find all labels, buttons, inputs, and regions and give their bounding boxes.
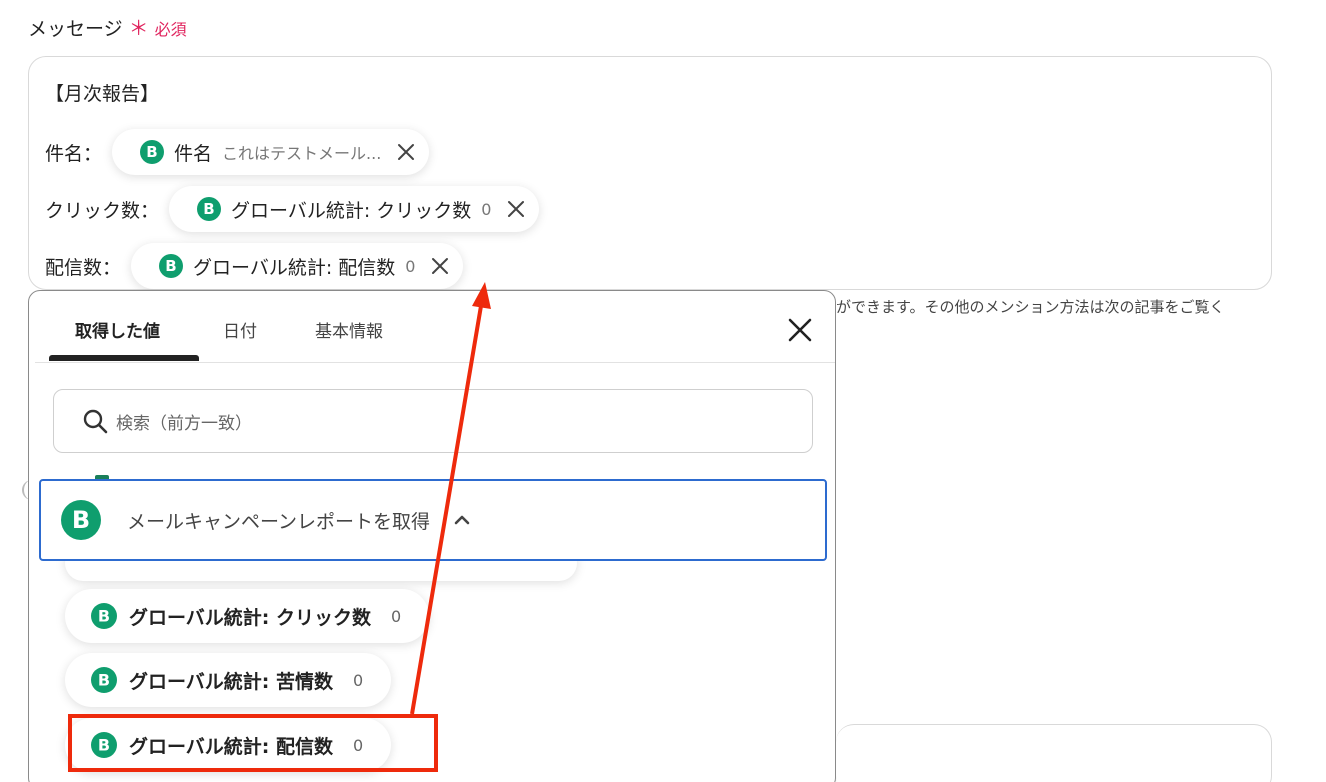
required-asterisk: ＊ bbox=[128, 16, 149, 40]
message-editor[interactable]: 【月次報告】 件名： B 件名 これはテストメール... クリック数： B グロ… bbox=[28, 56, 1272, 290]
tab-basic-info[interactable]: 基本情報 bbox=[315, 317, 383, 342]
b-logo-icon: B bbox=[61, 500, 101, 540]
active-tab-indicator bbox=[49, 355, 199, 361]
editor-line-clicks: クリック数： B グローバル統計: クリック数 0 bbox=[45, 186, 540, 232]
tab-date[interactable]: 日付 bbox=[223, 317, 257, 342]
line-prefix: クリック数： bbox=[45, 199, 160, 222]
annotation-highlight-box bbox=[68, 714, 438, 772]
list-item-value: 0 bbox=[391, 606, 402, 626]
chip-label: グローバル統計: 配信数 bbox=[193, 256, 396, 279]
close-icon[interactable] bbox=[507, 200, 525, 218]
search-icon bbox=[83, 409, 108, 434]
mention-chip-subject[interactable]: B 件名 これはテストメール... bbox=[112, 129, 430, 175]
editor-line-deliveries: 配信数： B グローバル統計: 配信数 0 bbox=[45, 243, 464, 289]
message-field-label: メッセージ ＊ 必須 bbox=[28, 12, 187, 41]
b-logo-icon: B bbox=[91, 603, 117, 629]
svg-text:B: B bbox=[98, 671, 110, 690]
chip-label: グローバル統計: クリック数 bbox=[231, 199, 472, 222]
required-label: 必須 bbox=[154, 20, 187, 39]
b-logo-icon: B bbox=[140, 140, 165, 164]
tab-retrieved-values[interactable]: 取得した値 bbox=[75, 317, 160, 342]
svg-text:B: B bbox=[165, 257, 176, 275]
chip-value: 0 bbox=[405, 256, 416, 276]
b-logo-icon: B bbox=[91, 667, 117, 693]
search-placeholder: 検索（前方一致） bbox=[116, 413, 252, 434]
list-item-value: 0 bbox=[353, 670, 364, 690]
b-logo-icon: B bbox=[197, 197, 222, 221]
line-prefix: 件名： bbox=[45, 142, 103, 165]
svg-text:B: B bbox=[98, 607, 110, 626]
list-item-label: グローバル統計: 苦情数 bbox=[129, 670, 334, 693]
chip-value: これはテストメール... bbox=[222, 144, 382, 163]
mention-chip-clicks[interactable]: B グローバル統計: クリック数 0 bbox=[169, 186, 540, 232]
editor-line-subject: 件名： B 件名 これはテストメール... bbox=[45, 129, 430, 175]
next-field-box bbox=[836, 724, 1272, 782]
mention-chip-deliveries[interactable]: B グローバル統計: 配信数 0 bbox=[131, 243, 464, 289]
close-icon[interactable] bbox=[787, 317, 813, 343]
search-input[interactable]: 検索（前方一致） bbox=[53, 389, 813, 453]
svg-text:B: B bbox=[146, 143, 157, 161]
list-item-complaints[interactable]: B グローバル統計: 苦情数 0 bbox=[65, 653, 392, 707]
editor-heading: 【月次報告】 bbox=[45, 83, 160, 105]
close-icon[interactable] bbox=[431, 257, 449, 275]
list-item-clicks[interactable]: B グローバル統計: クリック数 0 bbox=[65, 589, 430, 643]
line-prefix: 配信数： bbox=[45, 256, 122, 279]
help-text: ができます。その他のメンション方法は次の記事をご覧く bbox=[836, 298, 1225, 316]
popup-tabs: 取得した値 日付 基本情報 bbox=[35, 291, 835, 363]
group-header-campaign-report[interactable]: B メールキャンペーンレポートを取得 bbox=[39, 479, 827, 561]
chip-label: 件名 bbox=[174, 142, 213, 165]
chevron-up-icon[interactable] bbox=[452, 510, 472, 530]
list-item-label: グローバル統計: クリック数 bbox=[129, 606, 372, 629]
chip-value: 0 bbox=[481, 199, 492, 219]
group-title: メールキャンペーンレポートを取得 bbox=[127, 510, 431, 533]
field-label-text: メッセージ bbox=[28, 18, 123, 40]
b-logo-icon: B bbox=[159, 254, 184, 278]
close-icon[interactable] bbox=[397, 143, 415, 161]
value-picker-popup: 取得した値 日付 基本情報 検索（前方一致） B メールキャンペーンレポートを取… bbox=[28, 290, 836, 782]
svg-text:B: B bbox=[72, 506, 90, 534]
svg-text:B: B bbox=[203, 200, 214, 218]
